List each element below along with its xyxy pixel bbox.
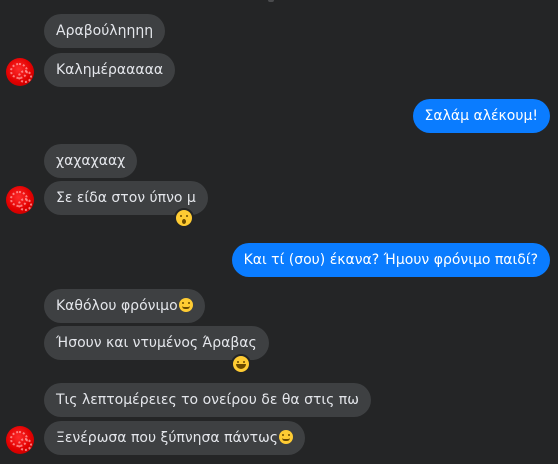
scroll-indicator xyxy=(268,0,274,2)
grinning-squinting-face-icon[interactable] xyxy=(231,354,251,374)
message-text: Καθόλου φρόνιμο xyxy=(56,298,178,314)
message-text: Ήσουν και ντυμένος Άραβας xyxy=(56,335,257,351)
message-bubble-outgoing[interactable]: Σαλάμ αλέκουμ! xyxy=(412,99,550,133)
message-text: Ξενέρωσα που ξύπνησα πάντως xyxy=(56,430,278,446)
contact-avatar[interactable] xyxy=(6,58,34,86)
contact-avatar[interactable] xyxy=(6,426,34,454)
message-bubble-incoming[interactable]: Καθόλου φρόνιμο xyxy=(44,289,205,323)
smiling-face-icon xyxy=(178,298,193,312)
message-text: Τις λεπτομέρειες το ονείρου δε θα στις π… xyxy=(56,392,359,408)
astonished-face-icon[interactable] xyxy=(174,208,194,228)
message-bubble-incoming[interactable]: Καλημέρααααα xyxy=(44,53,176,87)
pensive-face-icon xyxy=(278,430,293,444)
message-text: χαχαχααχ xyxy=(56,153,126,169)
message-text: Καλημέρααααα xyxy=(56,62,164,78)
message-text: Σαλάμ αλέκουμ! xyxy=(424,108,538,124)
message-bubble-incoming[interactable]: Αραβούληηηη xyxy=(44,14,166,48)
message-text: Σε είδα στον ύπνο μ xyxy=(56,190,196,206)
message-bubble-outgoing[interactable]: Και τί (σου) έκανα? Ήμουν φρόνιμο παιδί? xyxy=(231,243,550,277)
message-bubble-incoming[interactable]: Τις λεπτομέρειες το ονείρου δε θα στις π… xyxy=(44,383,371,417)
message-text: Αραβούληηηη xyxy=(56,23,154,39)
message-bubble-incoming[interactable]: χαχαχααχ xyxy=(44,144,138,178)
message-bubble-incoming[interactable]: Ξενέρωσα που ξύπνησα πάντως xyxy=(44,421,305,455)
message-text: Και τί (σου) έκανα? Ήμουν φρόνιμο παιδί? xyxy=(243,252,538,268)
contact-avatar[interactable] xyxy=(6,186,34,214)
